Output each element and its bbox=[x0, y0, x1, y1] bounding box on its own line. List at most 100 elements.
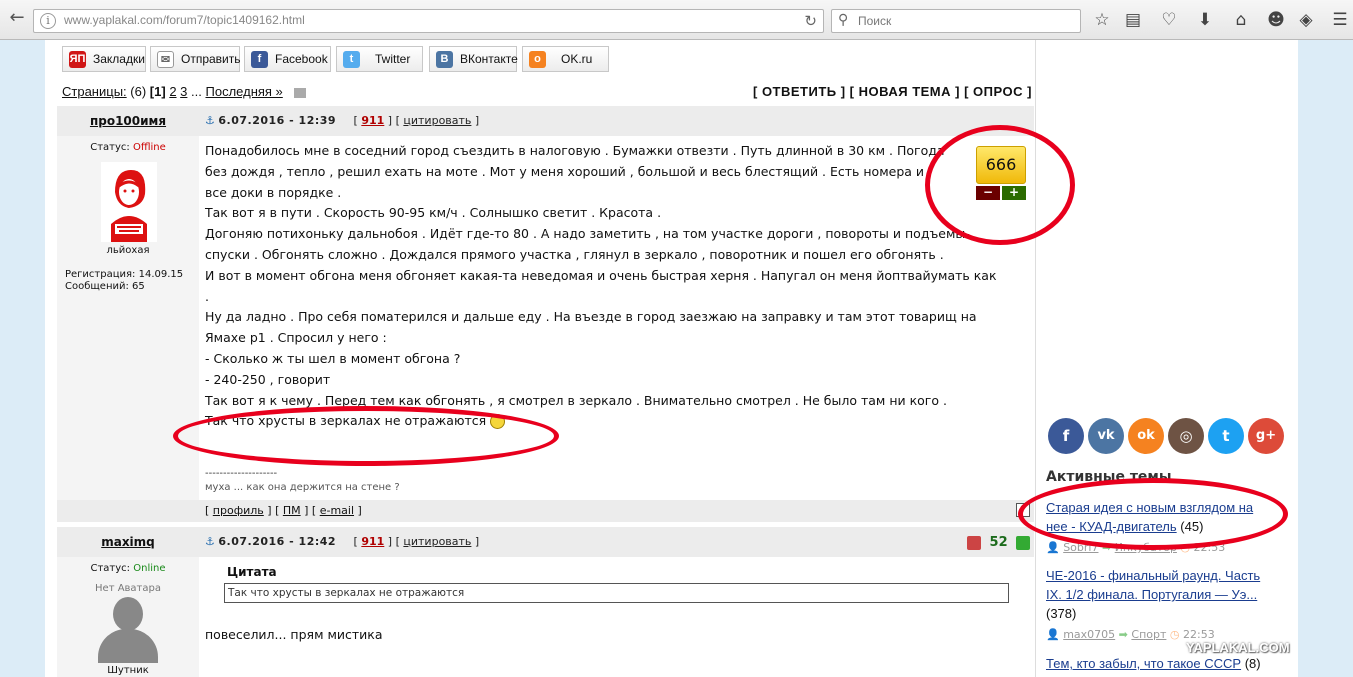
watermark: YAPLAKAL.COM bbox=[1186, 640, 1290, 655]
page-3-link[interactable]: 3 bbox=[180, 84, 187, 99]
post-date: 6.07.2016 - 12:39 bbox=[218, 114, 337, 127]
bookmark-star-icon[interactable]: ☆ bbox=[1091, 9, 1113, 31]
home-icon[interactable]: ⌂ bbox=[1230, 9, 1252, 31]
twitter-icon[interactable]: t bbox=[1208, 418, 1244, 454]
browser-toolbar: ← i www.yaplakal.com/forum7/topic1409162… bbox=[0, 0, 1353, 40]
user-status: Статус: Online bbox=[90, 563, 166, 574]
ok-icon[interactable]: ok bbox=[1128, 418, 1164, 454]
post-number-link[interactable]: 911 bbox=[361, 535, 384, 548]
annotation-circle bbox=[925, 125, 1075, 245]
topic-link[interactable]: IX. 1/2 финала. Португалия — Уэ... bbox=[1046, 587, 1257, 602]
quote-text: Так что хрусты в зеркалах не отражаются bbox=[224, 583, 1009, 603]
pocket-icon[interactable]: ♡ bbox=[1158, 9, 1180, 31]
reload-icon[interactable]: ↻ bbox=[804, 12, 817, 30]
no-avatar-image[interactable]: Нет Аватара bbox=[88, 583, 168, 663]
share-vk-button[interactable]: В ВКонтакте bbox=[429, 46, 518, 72]
google-plus-icon[interactable]: g+ bbox=[1248, 418, 1284, 454]
url-text: www.yaplakal.com/forum7/topic1409162.htm… bbox=[64, 13, 305, 27]
clock-icon: ◷ bbox=[1169, 628, 1180, 641]
annotation-circle bbox=[173, 406, 559, 466]
vk-icon: В bbox=[436, 51, 453, 68]
quote-link[interactable]: цитировать bbox=[403, 114, 471, 127]
share-ok-button[interactable]: о OK.ru bbox=[522, 46, 609, 72]
facebook-icon[interactable]: f bbox=[1048, 418, 1084, 454]
user-icon: 👤 bbox=[1046, 541, 1060, 554]
topic-user-link[interactable]: max0705 bbox=[1063, 628, 1115, 641]
download-icon[interactable]: ⬇ bbox=[1194, 9, 1216, 31]
anchor-icon[interactable]: ⚓ bbox=[205, 114, 215, 127]
emoji-icon[interactable]: ☻ bbox=[1265, 9, 1287, 31]
instagram-icon[interactable]: ◎ bbox=[1168, 418, 1204, 454]
signature: муха ... как она держится на стене ? bbox=[205, 482, 400, 493]
profile-link[interactable]: профиль bbox=[213, 504, 264, 517]
share-facebook-button[interactable]: f Facebook bbox=[244, 46, 331, 72]
sync-icon[interactable]: ◈ bbox=[1295, 9, 1317, 31]
anchor-icon[interactable]: ⚓ bbox=[205, 535, 215, 548]
facebook-icon: f bbox=[251, 51, 268, 68]
mail-icon: ✉ bbox=[157, 51, 174, 68]
post-header: про100имя ⚓ 6.07.2016 - 12:39 [ 911 ] [ … bbox=[57, 106, 1034, 136]
last-page-link[interactable]: Последняя » bbox=[206, 84, 283, 99]
pm-link[interactable]: ПМ bbox=[283, 504, 301, 517]
annotation-circle bbox=[1018, 478, 1288, 550]
forum-arrow-icon: ➡ bbox=[1118, 628, 1128, 641]
topic-count: (8) bbox=[1244, 656, 1261, 671]
topic-actions[interactable]: [ ОТВЕТИТЬ ] [ НОВАЯ ТЕМА ] [ ОПРОС ] bbox=[753, 84, 1032, 99]
share-bookmarks-button[interactable]: ЯП Закладки bbox=[62, 46, 146, 72]
topic-forum-link[interactable]: Спорт bbox=[1131, 628, 1166, 641]
ok-icon: о bbox=[529, 51, 546, 68]
post-body: Понадобилось мне в соседний город съезди… bbox=[205, 143, 997, 430]
post-meta: ⚓ 6.07.2016 - 12:42 [ 911 ] [ цитировать… bbox=[205, 535, 480, 548]
page-background-right bbox=[1298, 40, 1353, 677]
search-icon: ⚲ bbox=[838, 12, 849, 28]
thumb-up-icon[interactable] bbox=[1016, 535, 1031, 550]
page-2-link[interactable]: 2 bbox=[169, 84, 176, 99]
post-body: повеселил... прям мистика bbox=[205, 627, 383, 642]
registration-info: Регистрация: 14.09.15 Сообщений: 65 bbox=[65, 269, 184, 292]
post-date: 6.07.2016 - 12:42 bbox=[218, 535, 337, 548]
topic-link[interactable]: Тем, кто забыл, что такое СССР bbox=[1046, 656, 1241, 671]
pages-label[interactable]: Страницы: bbox=[62, 84, 127, 99]
post: про100имя ⚓ 6.07.2016 - 12:39 [ 911 ] [ … bbox=[57, 106, 1034, 522]
yap-icon: ЯП bbox=[69, 51, 86, 68]
post-number-link[interactable]: 911 bbox=[361, 114, 384, 127]
reading-list-icon[interactable]: ▤ bbox=[1122, 9, 1144, 31]
post-footer: [ профиль ] [ ПМ ] [ e-mail ] ↑ bbox=[57, 500, 1034, 522]
author-panel: Статус: Offline льйохая Регистрация: 14.… bbox=[57, 136, 199, 500]
topic-item: ЧЕ-2016 - финальный раунд. Часть IX. 1/2… bbox=[1046, 566, 1291, 623]
rating-value: 52 bbox=[989, 535, 1008, 550]
quote-link[interactable]: цитировать bbox=[403, 535, 471, 548]
post-meta: ⚓ 6.07.2016 - 12:39 [ 911 ] [ цитировать… bbox=[205, 114, 480, 127]
post-author[interactable]: maximq bbox=[57, 527, 199, 557]
search-input[interactable]: ⚲ Поиск bbox=[831, 9, 1081, 33]
back-icon[interactable]: ← bbox=[4, 6, 30, 32]
post: maximq ⚓ 6.07.2016 - 12:42 [ 911 ] [ цит… bbox=[57, 527, 1034, 677]
user-icon: 👤 bbox=[1046, 628, 1060, 641]
user-status: Статус: Offline bbox=[90, 142, 166, 153]
post-header: maximq ⚓ 6.07.2016 - 12:42 [ 911 ] [ цит… bbox=[57, 527, 1034, 557]
address-bar[interactable]: i www.yaplakal.com/forum7/topic1409162.h… bbox=[33, 9, 824, 33]
quote-title: Цитата bbox=[227, 565, 277, 579]
user-nick: Шутник bbox=[107, 665, 149, 676]
sidebar: f vk ok ◎ t g+ Активные темы Старая идея… bbox=[1035, 40, 1298, 677]
vk-icon[interactable]: vk bbox=[1088, 418, 1124, 454]
info-icon[interactable]: i bbox=[40, 13, 56, 29]
email-link[interactable]: e-mail bbox=[320, 504, 354, 517]
share-twitter-button[interactable]: t Twitter bbox=[336, 46, 423, 72]
pager-ellipsis: ... bbox=[191, 84, 202, 99]
forum-page: ЯП Закладки ✉ Отправить f Facebook t Twitter… bbox=[45, 40, 1298, 677]
post-author[interactable]: про100имя bbox=[57, 106, 199, 136]
user-avatar[interactable] bbox=[101, 162, 157, 242]
thumb-down-icon[interactable] bbox=[967, 535, 981, 550]
twitter-icon: t bbox=[343, 51, 360, 68]
rating-widget: 52 bbox=[967, 535, 1031, 550]
envelope-icon[interactable] bbox=[294, 87, 307, 98]
topic-item: Тем, кто забыл, что такое СССР (8) bbox=[1046, 654, 1291, 673]
topic-link[interactable]: ЧЕ-2016 - финальный раунд. Часть bbox=[1046, 568, 1260, 583]
topic-count: (378) bbox=[1046, 606, 1077, 621]
current-page: [1] bbox=[149, 84, 166, 99]
user-nick: льйохая bbox=[106, 245, 150, 256]
share-send-button[interactable]: ✉ Отправить bbox=[150, 46, 241, 72]
page-count: (6) bbox=[130, 84, 147, 99]
menu-icon[interactable]: ☰ bbox=[1329, 9, 1351, 31]
